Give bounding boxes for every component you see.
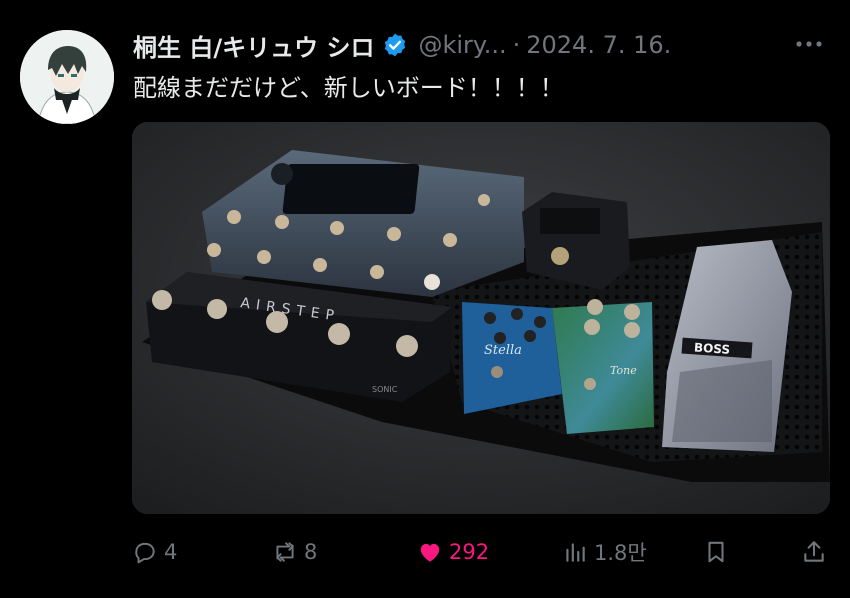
stella-label: Stella [484,343,522,358]
sonic-label: SONIC [372,385,398,394]
pedalboard-photo: AIRSTEP SONIC Stella Tone BOSS [132,122,830,514]
tweet-text: 配線まだだけど、新しいボード！！！！ [133,74,564,102]
reply-count: 4 [164,540,178,564]
like-count: 292 [449,540,490,564]
tweet-actions: 4 8 292 1.8만 [132,535,832,569]
bookmark-button[interactable] [703,535,729,569]
heart-icon [420,543,440,562]
retweet-button[interactable]: 8 [272,535,317,569]
reply-icon [135,542,155,564]
bookmark-icon [708,541,724,563]
share-icon [804,541,824,562]
verified-icon [385,33,406,57]
separator-dot: · [512,31,521,59]
share-button[interactable] [801,535,827,569]
tweet-header: 桐生 白/キリュウ シロ @kiry... · 2024. 7. 16. [133,28,833,62]
views-count: 1.8만 [594,541,647,565]
tone-label: Tone [610,364,637,377]
avatar-illustration [20,30,114,124]
like-button[interactable]: 292 [417,535,489,569]
views-button[interactable]: 1.8만 [562,535,647,569]
handle[interactable]: @kiry... [418,31,506,59]
avatar[interactable] [20,30,114,124]
views-icon [566,543,585,562]
boss-label: BOSS [693,340,730,356]
timestamp[interactable]: 2024. 7. 16. [526,31,671,59]
tweet-media-photo[interactable]: AIRSTEP SONIC Stella Tone BOSS [132,122,830,514]
retweet-count: 8 [304,540,318,564]
display-name[interactable]: 桐生 白/キリュウ シロ [133,28,374,63]
retweet-icon [276,542,294,562]
reply-button[interactable]: 4 [132,535,177,569]
more-icon[interactable] [794,36,824,52]
